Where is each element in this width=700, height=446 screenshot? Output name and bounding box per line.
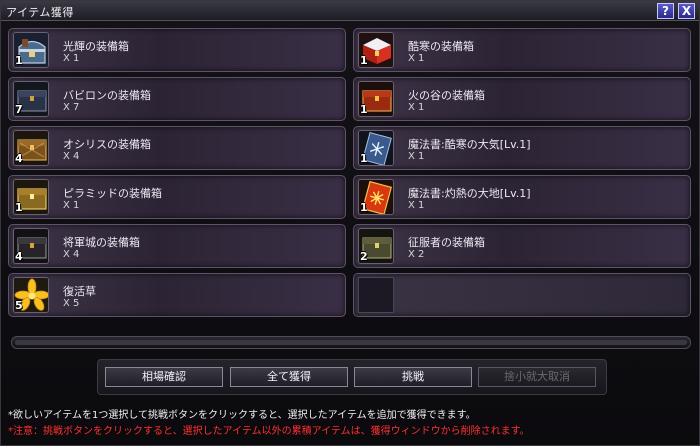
challenge-button[interactable]: 挑戦 [354,367,472,387]
item-quantity: X 1 [408,151,425,162]
item-slot[interactable]: 1 魔法書:灼熱の大地[Lv.1] X 1 [353,175,691,219]
item-quantity: X 1 [63,200,80,211]
item-quantity: X 1 [408,200,425,211]
item-slot[interactable]: 1 ピラミッドの装備箱 X 1 [8,175,346,219]
chest-bronze-icon: 4 [13,130,49,166]
chest-red-white-icon: 1 [358,32,394,68]
chest-silver-icon: 1 [13,32,49,68]
item-name: 火の谷の装備箱 [408,89,485,102]
item-quantity: X 1 [408,53,425,64]
instruction-note: *欲しいアイテムを1つ選択して挑戦ボタンをクリックすると、選択したアイテムを追加… [8,410,476,421]
herb-flower-icon: 5 [13,277,49,313]
item-slot[interactable]: 1 酷寒の装備箱 X 1 [353,28,691,72]
item-name: 光輝の装備箱 [63,40,129,53]
item-quantity: X 1 [63,53,80,64]
help-button[interactable]: ? [657,3,674,19]
item-name: 酷寒の装備箱 [408,40,474,53]
item-count: 4 [15,250,23,263]
title-bar[interactable]: アイテム獲得 ? X [1,1,699,21]
item-quantity: X 5 [63,298,80,309]
item-quantity: X 4 [63,151,80,162]
item-quantity: X 1 [408,102,425,113]
chest-olive-icon: 2 [358,228,394,264]
item-count: 2 [360,250,368,263]
item-name: 将軍城の装備箱 [63,236,140,249]
chest-navy-icon: 7 [13,81,49,117]
item-name: 魔法書:酷寒の大気[Lv.1] [408,138,531,151]
item-quantity: X 7 [63,102,80,113]
get-all-button[interactable]: 全て獲得 [230,367,348,387]
item-slot[interactable]: 1 火の谷の装備箱 X 1 [353,77,691,121]
progress-bar [11,336,691,349]
item-name: 征服者の装備箱 [408,236,485,249]
item-name: バビロンの装備箱 [63,89,151,102]
item-slot[interactable]: 2 征服者の装備箱 X 2 [353,224,691,268]
warning-note: *注意：挑戦ボタンをクリックすると、選択したアイテム以外の累積アイテムは、獲得ウ… [8,426,530,437]
spellbook-ice-icon: 1 [358,130,394,166]
item-quantity: X 2 [408,249,425,260]
item-count: 4 [15,152,23,165]
spellbook-fire-icon: 1 [358,179,394,215]
chest-black-icon: 4 [13,228,49,264]
chest-gold-icon: 1 [13,179,49,215]
window-title: アイテム獲得 [6,6,74,19]
item-quantity: X 4 [63,249,80,260]
item-slot[interactable]: 4 将軍城の装備箱 X 4 [8,224,346,268]
close-button[interactable]: X [678,3,695,19]
item-count: 1 [360,152,368,165]
item-count: 1 [360,201,368,214]
chest-red-icon: 1 [358,81,394,117]
item-count: 1 [360,54,368,67]
item-name: 復活草 [63,285,96,298]
item-acquire-window: アイテム獲得 ? X 1 光輝の装備箱 X 1 7 バビロンの装備箱 X 7 4… [0,0,700,446]
item-count: 7 [15,103,23,116]
item-slot[interactable]: 4 オシリスの装備箱 X 4 [8,126,346,170]
market-price-button[interactable]: 相場確認 [105,367,223,387]
item-slot[interactable]: 5 復活草 X 5 [8,273,346,317]
item-name: オシリスの装備箱 [63,138,151,151]
empty-item-slot [353,273,691,317]
empty-icon-slot [358,277,394,313]
item-count: 5 [15,299,23,312]
item-slot[interactable]: 1 魔法書:酷寒の大気[Lv.1] X 1 [353,126,691,170]
item-name: 魔法書:灼熱の大地[Lv.1] [408,187,531,200]
item-slot[interactable]: 1 光輝の装備箱 X 1 [8,28,346,72]
item-slot[interactable]: 7 バビロンの装備箱 X 7 [8,77,346,121]
cancel-button[interactable]: 捨小就大取消 [478,367,596,387]
progress-track [15,340,687,345]
item-count: 1 [360,103,368,116]
item-count: 1 [15,201,23,214]
item-name: ピラミッドの装備箱 [63,187,162,200]
item-count: 1 [15,54,23,67]
